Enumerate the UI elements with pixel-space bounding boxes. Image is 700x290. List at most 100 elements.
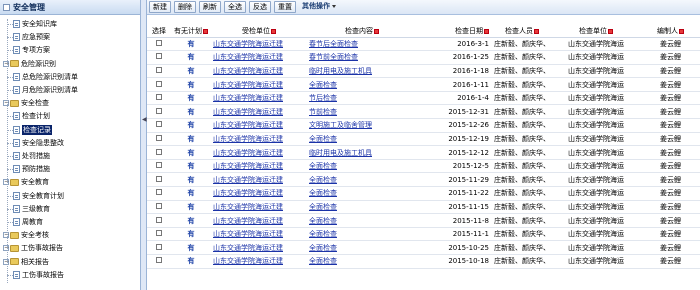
content-link[interactable]: 全面检查 bbox=[309, 135, 337, 143]
collapse-arrow-icon[interactable]: ◀ bbox=[142, 116, 147, 123]
row-select-cell[interactable] bbox=[147, 186, 171, 201]
row-select-cell[interactable] bbox=[147, 159, 171, 174]
row-checkbox[interactable] bbox=[156, 148, 162, 155]
tree-node[interactable]: − 工伤事故报告 bbox=[3, 242, 63, 254]
col-unit[interactable]: 受检单位 bbox=[211, 26, 307, 38]
table-row[interactable]: 有山东交通学院海运迁建 临时用电及施工机具 2016-1-18 庄新毅、颜庆华、 山东交… bbox=[147, 64, 700, 79]
unit-link[interactable]: 山东交通学院海运迁建 bbox=[213, 108, 283, 116]
table-row[interactable]: 有山东交通学院海运迁建 节前检查 2015-12-31 庄新毅、颜庆华、 山东交通学院海… bbox=[147, 104, 700, 120]
row-checkbox[interactable] bbox=[156, 257, 162, 264]
row-checkbox[interactable] bbox=[156, 121, 162, 128]
row-checkbox[interactable] bbox=[156, 189, 162, 196]
unit-link[interactable]: 山东交通学院海运迁建 bbox=[213, 203, 283, 211]
content-link[interactable]: 节后检查 bbox=[309, 94, 337, 102]
content-link[interactable]: 全面检查 bbox=[309, 203, 337, 211]
table-row[interactable]: 有山东交通学院海运迁建 全面检查 2015-11-8 庄新毅、颜庆华、 山东交通学院海运… bbox=[147, 213, 700, 228]
row-checkbox[interactable] bbox=[156, 216, 162, 223]
refresh-button[interactable]: 刷新 bbox=[199, 1, 221, 13]
content-link[interactable]: 节前检查 bbox=[309, 108, 337, 116]
select-all-button[interactable]: 全选 bbox=[224, 1, 246, 13]
content-link[interactable]: 全面检查 bbox=[309, 244, 337, 252]
collapse-toggle-icon[interactable]: − bbox=[3, 245, 9, 252]
reset-button[interactable]: 重置 bbox=[274, 1, 296, 13]
row-checkbox[interactable] bbox=[156, 202, 162, 209]
unit-link[interactable]: 山东交通学院海运迁建 bbox=[213, 67, 283, 75]
row-checkbox[interactable] bbox=[156, 39, 162, 46]
new-button[interactable]: 新建 bbox=[149, 1, 171, 13]
row-checkbox[interactable] bbox=[156, 53, 162, 60]
row-checkbox[interactable] bbox=[156, 94, 162, 101]
row-select-cell[interactable] bbox=[147, 37, 171, 52]
row-select-cell[interactable] bbox=[147, 240, 171, 255]
col-owner[interactable]: 编制人 bbox=[641, 26, 700, 38]
col-check-unit[interactable]: 检查单位 bbox=[551, 26, 641, 38]
row-select-cell[interactable] bbox=[147, 145, 171, 160]
tree-node[interactable]: 处罚措施 bbox=[13, 150, 50, 162]
row-select-cell[interactable] bbox=[147, 64, 171, 79]
content-link[interactable]: 文明施工及临舍管理 bbox=[309, 121, 372, 129]
table-row[interactable]: 有山东交通学院海运迁建 全面检查 2015-12-5 庄新毅、颜庆华、 山东交通学院海运… bbox=[147, 159, 700, 174]
tree-node[interactable]: − 危险源识别 bbox=[3, 58, 56, 70]
unit-link[interactable]: 山东交通学院海运迁建 bbox=[213, 257, 283, 265]
row-checkbox[interactable] bbox=[156, 134, 162, 141]
invert-selection-button[interactable]: 反选 bbox=[249, 1, 271, 13]
unit-link[interactable]: 山东交通学院海运迁建 bbox=[213, 217, 283, 225]
content-link[interactable]: 春节前全面检查 bbox=[309, 53, 358, 61]
table-row[interactable]: 有山东交通学院海运迁建 全面检查 2015-11-22 庄新毅、颜庆华、 山东交通学院海… bbox=[147, 186, 700, 201]
table-row[interactable]: 有山东交通学院海运迁建 全面检查 2015-10-25 庄新毅、颜庆华、 山东交通学院海… bbox=[147, 240, 700, 255]
table-row[interactable]: 有山东交通学院海运迁建 全面检查 2015-11-15 庄新毅、颜庆华、 山东交通学院海… bbox=[147, 200, 700, 215]
table-row[interactable]: 有山东交通学院海运迁建 文明施工及临舍管理 2015-12-26 庄新毅、颜庆华、 山东… bbox=[147, 118, 700, 133]
tree-node[interactable]: 安全教育计划 bbox=[13, 190, 64, 202]
more-actions-menu[interactable]: 其他操作 bbox=[299, 1, 339, 13]
row-checkbox[interactable] bbox=[156, 230, 162, 237]
tree-node[interactable]: 检查记录 bbox=[13, 124, 52, 136]
row-select-cell[interactable] bbox=[147, 227, 171, 242]
unit-link[interactable]: 山东交通学院海运迁建 bbox=[213, 189, 283, 197]
unit-link[interactable]: 山东交通学院海运迁建 bbox=[213, 149, 283, 157]
unit-link[interactable]: 山东交通学院海运迁建 bbox=[213, 162, 283, 170]
tree-node[interactable]: 安全隐患整改 bbox=[13, 137, 64, 149]
content-link[interactable]: 全面检查 bbox=[309, 257, 337, 265]
table-row[interactable]: 有山东交通学院海运迁建 春节后全面检查 2016-3-1 庄新毅、颜庆华、 山东交通学院… bbox=[147, 37, 700, 52]
tree-node[interactable]: − 安全检查 bbox=[3, 97, 49, 109]
row-checkbox[interactable] bbox=[156, 80, 162, 87]
col-content[interactable]: 检查内容 bbox=[307, 26, 417, 38]
unit-link[interactable]: 山东交通学院海运迁建 bbox=[213, 121, 283, 129]
collapse-toggle-icon[interactable]: − bbox=[3, 232, 9, 239]
row-select-cell[interactable] bbox=[147, 104, 171, 120]
row-select-cell[interactable] bbox=[147, 50, 171, 65]
tree-node[interactable]: − 安全教育 bbox=[3, 176, 49, 188]
row-checkbox[interactable] bbox=[156, 66, 162, 73]
tree-node[interactable]: 专项方案 bbox=[13, 44, 50, 56]
table-row[interactable]: 有山东交通学院海运迁建 全面检查 2016-1-11 庄新毅、颜庆华、 山东交通学院海运… bbox=[147, 77, 700, 92]
content-link[interactable]: 全面检查 bbox=[309, 217, 337, 225]
tree-node[interactable]: 三级教育 bbox=[13, 203, 50, 215]
tree-node[interactable]: 月危险源识别清单 bbox=[13, 84, 78, 96]
col-date[interactable]: 检查日期 bbox=[417, 26, 493, 38]
content-link[interactable]: 全面检查 bbox=[309, 162, 337, 170]
table-row[interactable]: 有山东交通学院海运迁建 临时用电及施工机具 2015-12-12 庄新毅、颜庆华、 山东… bbox=[147, 145, 700, 160]
table-row[interactable]: 有山东交通学院海运迁建 全面检查 2015-11-29 庄新毅、颜庆华、 山东交通学院海… bbox=[147, 172, 700, 188]
content-link[interactable]: 全面检查 bbox=[309, 189, 337, 197]
tree-node[interactable]: − 安全考核 bbox=[3, 229, 49, 241]
tree-node[interactable]: 预防措施 bbox=[13, 163, 50, 175]
unit-link[interactable]: 山东交通学院海运迁建 bbox=[213, 40, 283, 48]
col-plan[interactable]: 有无计划 bbox=[171, 26, 211, 38]
tree-node[interactable]: 工伤事故报告 bbox=[13, 269, 64, 281]
row-select-cell[interactable] bbox=[147, 213, 171, 228]
row-select-cell[interactable] bbox=[147, 77, 171, 92]
content-link[interactable]: 春节后全面检查 bbox=[309, 40, 358, 48]
table-row[interactable]: 有山东交通学院海运迁建 春节前全面检查 2016-1-25 庄新毅、颜庆华、 山东交通学… bbox=[147, 50, 700, 65]
unit-link[interactable]: 山东交通学院海运迁建 bbox=[213, 135, 283, 143]
row-checkbox[interactable] bbox=[156, 107, 162, 114]
row-select-cell[interactable] bbox=[147, 200, 171, 215]
collapse-toggle-icon[interactable]: − bbox=[3, 100, 9, 107]
tree-node[interactable]: − 相关报告 bbox=[3, 256, 49, 268]
row-select-cell[interactable] bbox=[147, 118, 171, 133]
delete-button[interactable]: 删除 bbox=[174, 1, 196, 13]
unit-link[interactable]: 山东交通学院海运迁建 bbox=[213, 94, 283, 102]
unit-link[interactable]: 山东交通学院海运迁建 bbox=[213, 53, 283, 61]
content-link[interactable]: 全面检查 bbox=[309, 230, 337, 238]
row-checkbox[interactable] bbox=[156, 243, 162, 250]
row-checkbox[interactable] bbox=[156, 175, 162, 182]
